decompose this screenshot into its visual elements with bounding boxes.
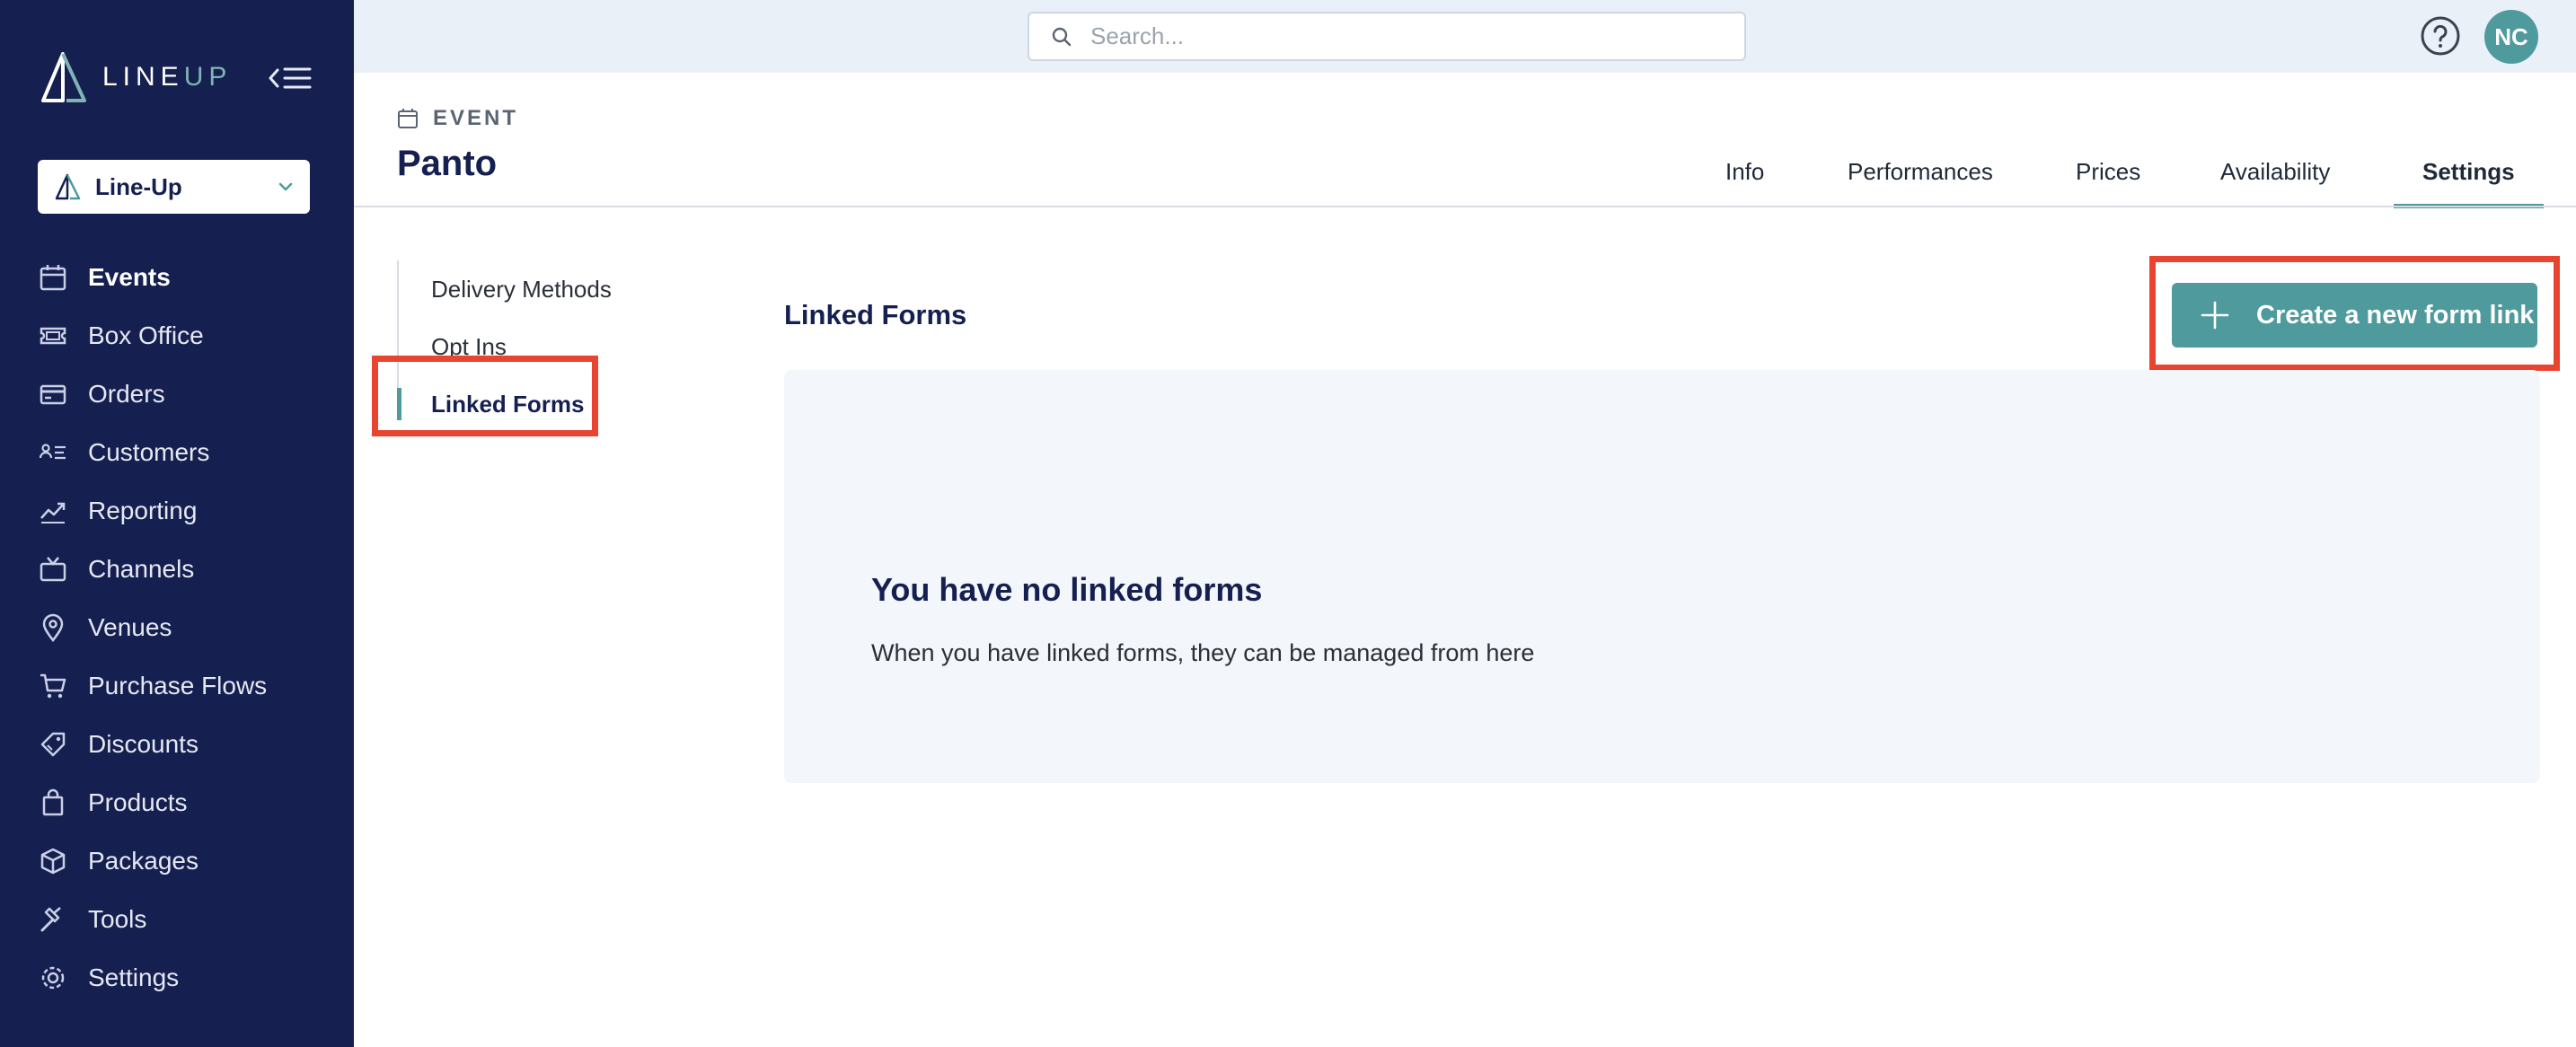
sidebar-item-label: Tools xyxy=(88,904,147,933)
tab-prices[interactable]: Prices xyxy=(2076,144,2140,207)
user-avatar[interactable]: NC xyxy=(2484,10,2538,64)
annotation-highlight-linked-forms xyxy=(372,356,598,436)
cart-icon xyxy=(38,671,68,701)
empty-state-panel: You have no linked forms When you have l… xyxy=(784,370,2540,783)
sidebar-item-discounts[interactable]: Discounts xyxy=(38,715,343,773)
sidebar-item-label: Channels xyxy=(88,554,195,583)
sidebar: LINEUP Line-Up Events Box Office Orders … xyxy=(0,0,354,1047)
calendar-icon xyxy=(398,109,418,128)
sidebar-item-label: Venues xyxy=(88,612,172,641)
search-input[interactable] xyxy=(1090,22,1719,50)
sidebar-item-products[interactable]: Products xyxy=(38,773,343,831)
ticket-icon xyxy=(38,321,68,351)
customers-list-icon xyxy=(38,437,68,468)
map-pin-icon xyxy=(38,612,68,643)
lineup-org-icon xyxy=(55,173,81,200)
collapse-sidebar-button[interactable] xyxy=(268,61,313,95)
calendar-icon xyxy=(38,262,68,293)
tab-availability[interactable]: Availability xyxy=(2220,144,2330,207)
search-icon xyxy=(1052,27,1072,46)
tab-performances[interactable]: Performances xyxy=(1848,144,1993,207)
sidebar-item-reporting[interactable]: Reporting xyxy=(38,481,343,540)
event-kicker-label: EVENT xyxy=(433,106,519,130)
event-kicker: EVENT xyxy=(397,106,518,131)
empty-state-description: When you have linked forms, they can be … xyxy=(871,639,1535,666)
sidebar-item-packages[interactable]: Packages xyxy=(38,831,343,890)
sidebar-item-venues[interactable]: Venues xyxy=(38,598,343,656)
sidebar-item-label: Settings xyxy=(88,963,180,991)
sidebar-item-settings[interactable]: Settings xyxy=(38,948,343,1007)
sidebar-item-label: Reporting xyxy=(88,496,198,524)
sidebar-item-label: Purchase Flows xyxy=(88,671,268,699)
sidebar-item-box-office[interactable]: Box Office xyxy=(38,306,343,365)
sidebar-item-label: Packages xyxy=(88,846,198,875)
empty-state-title: You have no linked forms xyxy=(871,571,1263,608)
gear-icon xyxy=(38,963,68,993)
sidebar-item-channels[interactable]: Channels xyxy=(38,540,343,598)
sidebar-item-orders[interactable]: Orders xyxy=(38,365,343,423)
sidebar-item-purchase-flows[interactable]: Purchase Flows xyxy=(38,656,343,715)
page-title: Panto xyxy=(397,144,498,183)
lineup-logo[interactable]: LINEUP xyxy=(38,52,232,102)
lineup-logo-icon xyxy=(41,52,86,102)
tab-info[interactable]: Info xyxy=(1725,144,1764,207)
credit-card-icon xyxy=(38,379,68,409)
sidebar-item-tools[interactable]: Tools xyxy=(38,890,343,948)
sidebar-item-label: Box Office xyxy=(88,321,204,349)
shopping-bag-icon xyxy=(38,787,68,818)
section-title: Linked Forms xyxy=(784,299,967,330)
trend-chart-icon xyxy=(38,496,68,526)
tv-icon xyxy=(38,554,68,585)
top-bar: NC xyxy=(354,0,2576,73)
sidebar-item-label: Events xyxy=(88,262,171,291)
sidebar-item-customers[interactable]: Customers xyxy=(38,423,343,481)
subnav-item-delivery-methods[interactable]: Delivery Methods xyxy=(399,260,612,318)
hammer-icon xyxy=(38,904,68,935)
annotation-highlight-create-button xyxy=(2149,256,2560,371)
box-icon xyxy=(38,846,68,876)
sidebar-item-label: Products xyxy=(88,787,188,816)
organization-name: Line-Up xyxy=(95,172,182,200)
collapse-menu-icon xyxy=(269,67,312,89)
help-question-icon xyxy=(2421,16,2460,56)
tab-settings[interactable]: Settings xyxy=(2394,144,2544,208)
global-search[interactable] xyxy=(1028,12,1746,61)
logo-wordmark: LINEUP xyxy=(102,62,233,92)
sidebar-item-events[interactable]: Events xyxy=(38,248,343,306)
main-navigation: Events Box Office Orders Customers Repor… xyxy=(38,248,343,1007)
header-divider xyxy=(354,206,2576,207)
sidebar-item-label: Customers xyxy=(88,437,210,466)
tag-icon xyxy=(38,729,68,760)
organization-select[interactable]: Line-Up xyxy=(38,160,310,214)
chevron-down-icon xyxy=(278,182,293,191)
sidebar-item-label: Orders xyxy=(88,379,165,408)
help-button[interactable] xyxy=(2420,15,2461,57)
sidebar-item-label: Discounts xyxy=(88,729,198,758)
